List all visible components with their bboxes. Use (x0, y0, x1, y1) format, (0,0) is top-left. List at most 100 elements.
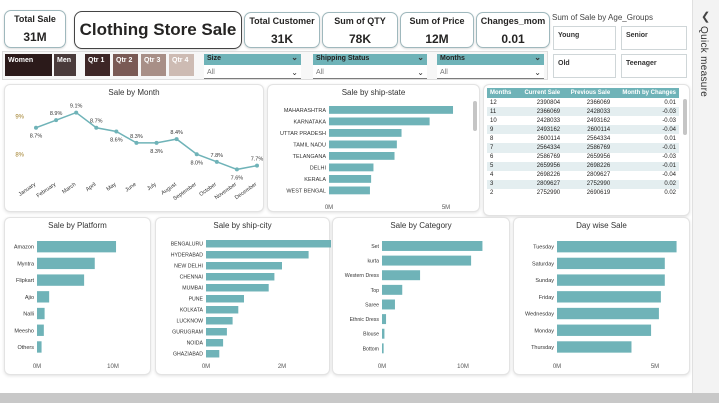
kpi-label: Sum of QTY (334, 16, 386, 26)
scrollbar[interactable] (473, 101, 477, 131)
category-label: KOLKATA (180, 308, 204, 314)
table-header[interactable]: Month by Changes (613, 88, 679, 98)
data-label: 8.4% (170, 130, 183, 136)
day-wise-visual[interactable]: Day wise Sale Tuesday Saturday Sunday Frida… (513, 217, 690, 375)
category-label: Tuesday (533, 245, 554, 251)
age-senior-button[interactable]: Senior (621, 26, 687, 50)
chevron-down-icon: ⌄ (291, 68, 298, 77)
gender-women-button[interactable]: Women (5, 54, 52, 76)
x-tick-label: 0M (202, 364, 210, 370)
table-row[interactable]: 3 2809627 2752990 0.02 (487, 179, 679, 189)
age-old-button[interactable]: Old (553, 54, 616, 78)
category-label: Meesho (14, 328, 34, 334)
sale-by-platform-visual[interactable]: Sale by Platform Amazon Myntra Flipkart Aji… (4, 217, 151, 375)
qtr-1-button[interactable]: Qtr 1 (85, 54, 110, 76)
x-tick-label: May (106, 182, 118, 193)
chart-title: Sale by Platform (48, 221, 107, 230)
category-label: kurta (367, 259, 379, 265)
age-teenager-button[interactable]: Teenager (621, 54, 687, 78)
category-label: Top (371, 288, 379, 294)
x-tick-label: 2M (278, 364, 286, 370)
shipping-status-dropdown[interactable]: Shipping Status ⌄ All ⌄ (313, 53, 427, 79)
kpi-sum-qty[interactable]: Sum of QTY 78K (322, 12, 398, 48)
x-tick-label: February (36, 182, 58, 200)
bar (37, 291, 50, 303)
data-point (194, 152, 199, 157)
age-young-button[interactable]: Young (553, 26, 616, 50)
data-label: 7.6% (231, 175, 244, 181)
category-label: WEST BENGAL (286, 188, 326, 194)
table-cell: 2564334 (517, 143, 564, 153)
kpi-label: Sum of Price (409, 16, 465, 26)
kpi-value: 0.01 (501, 32, 525, 46)
bar (382, 343, 384, 354)
y-tick-label: 9% (15, 114, 24, 120)
table-cell: 2752990 (563, 179, 614, 189)
kpi-value: 31M (23, 30, 47, 44)
category-label: Thursday (531, 345, 554, 351)
table-cell: 2390804 (536, 99, 561, 106)
table-header[interactable]: Previous Sale (563, 88, 614, 98)
table-header[interactable]: Current Sale (517, 88, 564, 98)
qtr-4-button[interactable]: Qtr 4 (169, 54, 194, 76)
chevron-down-icon: ⌄ (534, 53, 541, 62)
months-dropdown[interactable]: Months ⌄ All ⌄ (437, 53, 544, 79)
table-row[interactable]: 12 2390804 2366069 0.01 (487, 98, 679, 107)
sale-by-state-visual[interactable]: Sale by ship-state MAHARASHTRA KARNATAKA U… (267, 84, 480, 212)
category-label: HYDERABAD (171, 253, 204, 259)
bar (206, 295, 244, 303)
sale-by-state-chart: MAHARASHTRA KARNATAKA UTTAR PRADESH TAMIL N… (280, 106, 454, 211)
kpi-total-customer[interactable]: Total Customer 31K (244, 12, 320, 48)
table-row[interactable]: 11 2366069 2428033 -0.03 (487, 107, 679, 117)
kpi-value: 31K (270, 32, 293, 46)
qtr-2-button[interactable]: Qtr 2 (113, 54, 138, 76)
kpi-changes-mom[interactable]: Changes_mom 0.01 (476, 12, 550, 48)
data-point (114, 129, 119, 134)
table-cell: 0.02 (613, 179, 679, 189)
table-row[interactable]: 8 2600114 2564334 0.01 (487, 134, 679, 143)
chart-title: Sale by Category (390, 221, 452, 230)
table-header[interactable]: Months (487, 88, 518, 98)
bar (206, 240, 332, 248)
table-cell: 2752990 (536, 190, 561, 197)
months-value: All (440, 69, 448, 76)
x-tick-label: 0M (378, 364, 386, 370)
qtr-3-button[interactable]: Qtr 3 (141, 54, 166, 76)
bar (329, 106, 454, 114)
gender-men-button[interactable]: Men (54, 54, 76, 76)
table-cell: 2809627 (517, 179, 564, 189)
table-row[interactable]: 10 2428033 2493162 -0.03 (487, 116, 679, 125)
kpi-total-sale[interactable]: Total Sale 31M (4, 10, 66, 48)
sale-by-city-visual[interactable]: Sale by ship-city BENGALURU HYDERABAD NEW … (155, 217, 332, 375)
bar (206, 350, 220, 358)
shipping-status-label: Shipping Status (316, 55, 370, 62)
table-cell: 0.01 (664, 135, 676, 142)
category-label: Myntra (17, 261, 35, 267)
table-row[interactable]: 2 2752990 2690619 0.02 (487, 189, 679, 198)
table-row[interactable]: 5 2659956 2698226 -0.01 (487, 161, 679, 171)
table-row[interactable]: 9 2493162 2600114 -0.04 (487, 125, 679, 135)
bar (382, 314, 387, 325)
category-label: MUMBAI (182, 286, 203, 292)
size-dropdown[interactable]: Size ⌄ All ⌄ (204, 53, 301, 79)
day-wise-chart: Tuesday Saturday Sunday Friday Wednesday Mond… (525, 241, 677, 370)
right-side-pane[interactable]: ❮ Quick measure (692, 0, 719, 393)
category-label: Others (17, 345, 34, 351)
table-row[interactable]: 7 2564334 2586769 -0.01 (487, 143, 679, 153)
kpi-value: 12M (425, 32, 449, 46)
bar (382, 328, 385, 339)
scrollbar[interactable] (683, 99, 687, 135)
table-row[interactable]: 6 2586769 2659956 -0.03 (487, 153, 679, 162)
sale-by-month-chart: 9% 8% 8.7% January 8.9% February 9.1% March 8.7%… (15, 104, 263, 202)
bar (557, 307, 659, 320)
month-table-visual[interactable]: Months Current Sale Previous Sale Month by … (483, 84, 690, 216)
bar (206, 339, 224, 347)
kpi-sum-price[interactable]: Sum of Price 12M (400, 12, 474, 48)
chevron-left-icon[interactable]: ❮ (701, 10, 710, 23)
bar (37, 257, 95, 270)
table-cell: 2698226 (536, 172, 561, 179)
sale-by-category-visual[interactable]: Sale by Category Set kurta Western Dress To… (332, 217, 510, 375)
x-tick-label: 5M (651, 364, 659, 370)
sale-by-month-visual[interactable]: Sale by Month 9% 8% 8.7% January 8.9% Februar… (4, 84, 264, 212)
table-row[interactable]: 4 2698226 2809627 -0.04 (487, 171, 679, 180)
